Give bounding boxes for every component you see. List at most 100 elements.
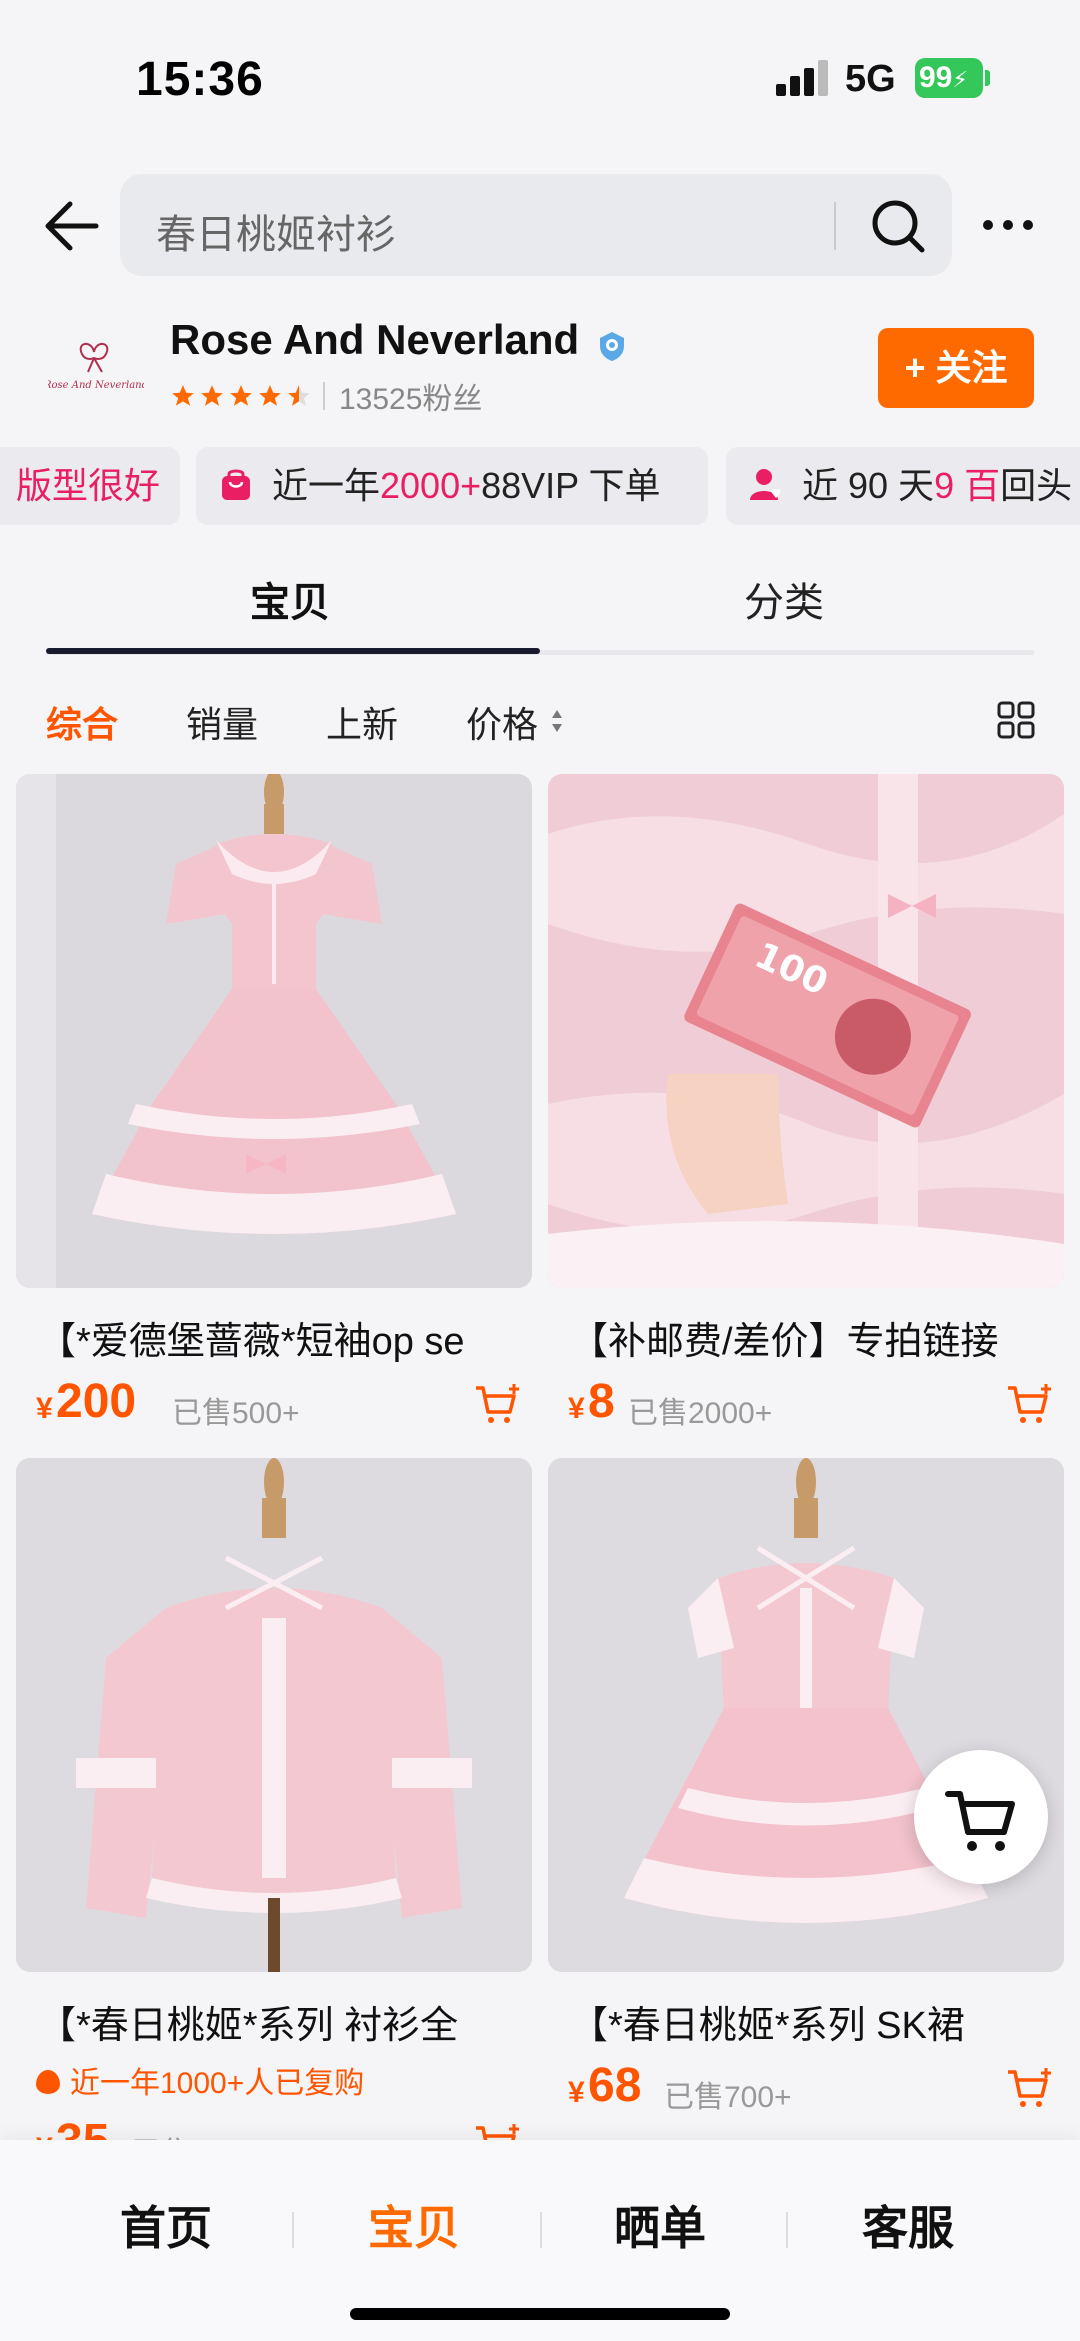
search-input[interactable]: 春日桃姬衬衫 [120,174,952,276]
product-card[interactable]: 【*爱德堡蔷薇*短袖op se ¥ 200 已售500+ [16,774,532,1434]
shop-logo-icon: Rose And Neverland [48,343,144,391]
search-icon[interactable] [868,196,928,256]
star-icon [259,385,281,406]
highlight-chip[interactable]: 近 90 天9 百回头 [726,447,1080,525]
star-icon [230,385,252,406]
product-price: 200 [56,1375,137,1428]
chip-text: 88VIP 下单 [481,465,661,506]
sort-sales[interactable]: 销量 [186,696,258,748]
more-icon[interactable] [980,210,1036,240]
add-to-cart-icon[interactable] [1006,1382,1054,1426]
status-bar: 15:36 5G 99⚡ [0,0,1080,160]
dress-illustration [16,774,532,1288]
floating-cart-button[interactable] [914,1750,1048,1884]
home-indicator [350,2308,730,2320]
nav-products[interactable]: 宝贝 [368,2192,460,2258]
battery-cap [985,70,990,86]
product-card[interactable]: 【*春日桃姬*系列 衬衫全 近一年1000+人已复购 ¥ 35 已售6000+ [16,1458,532,2140]
star-icon [172,385,194,406]
price-row: ¥ 68 已售700+ [568,2058,1068,2118]
currency-symbol: ¥ [36,1392,53,1425]
price-row: ¥ 35 已售6000+ [36,2114,532,2140]
chip-text: 回头 [1000,465,1073,506]
cart-icon [945,1791,1015,1851]
sort-price[interactable]: 价格 [466,696,538,748]
follow-button[interactable]: + 关注 [878,328,1034,408]
tab-bar: 宝贝 分类 [0,560,1080,660]
shop-logo[interactable]: Rose And Neverland [48,328,144,408]
search-divider [834,202,836,250]
tab-categories[interactable]: 分类 [744,570,824,628]
nav-reviews[interactable]: 晒单 [614,2192,706,2258]
sort-newest[interactable]: 上新 [326,696,398,748]
grid-view-icon[interactable] [996,700,1036,740]
chip-highlight: 9 百 [934,465,1001,506]
add-to-cart-icon[interactable] [474,1382,522,1426]
shop-highlights: 版型很好 近一年2000+88VIP 下单 近 90 天9 百回头 [0,447,1080,525]
product-price: 8 [588,1375,615,1428]
product-title[interactable]: 【*春日桃姬*系列 衬衫全 [38,1994,532,2049]
battery-level: 99 [919,61,953,94]
highlight-chip[interactable]: 近一年2000+88VIP 下单 [196,447,708,525]
shop-logo-text: Rose And Neverland [48,380,144,391]
fans-count: 13525粉丝 [339,383,483,416]
user-heart-icon [750,469,781,501]
product-card[interactable]: 100 【补邮费/差价】专拍链接 ¥ 8 已售2000+ [548,774,1064,1434]
star-icon [201,385,223,406]
search-query: 春日桃姬衬衫 [156,213,396,257]
price-row: ¥ 200 已售500+ [36,1374,536,1434]
sort-comprehensive[interactable]: 综合 [46,696,118,748]
search-bar-row: 春日桃姬衬衫 [0,170,1080,280]
chip-text: 版型很好 [16,465,161,506]
nav-separator [292,2212,294,2248]
signal-icon [776,60,828,96]
flame-icon [36,2070,60,2095]
sold-count: 已售700+ [664,2081,792,2114]
bottom-navigation: 首页 宝贝 晒单 客服 [0,2140,1080,2341]
status-time: 15:36 [136,53,264,106]
add-to-cart-icon[interactable] [474,2122,522,2140]
chip-highlight: 2000+ [380,465,482,506]
currency-symbol: ¥ [568,1392,585,1425]
sold-count: 已售500+ [172,1397,300,1430]
product-price: 68 [588,2059,642,2112]
nav-separator [540,2212,542,2248]
product-image-pink-lolita-dress[interactable] [16,774,532,1288]
sold-count: 已售2000+ [628,1397,773,1430]
shop-rating: 13525粉丝 [170,378,482,416]
repurchase-tag: 近一年1000+人已复购 [36,2058,364,2102]
tab-active-indicator [46,648,540,654]
nav-customer-service[interactable]: 客服 [862,2192,954,2258]
product-title[interactable]: 【*爱德堡蔷薇*短袖op se [38,1310,548,1365]
battery-icon: 99⚡ [915,58,983,98]
product-image-pink-blouse[interactable] [16,1458,532,1972]
nav-separator [786,2212,788,2248]
sk-dress-illustration [548,1458,1064,1972]
sort-arrows-icon[interactable] [550,708,564,734]
currency-symbol: ¥ [568,2076,585,2109]
sold-count: 已售6000+ [132,2128,276,2140]
product-price: 35 [56,2114,109,2140]
network-type: 5G [845,58,896,100]
add-to-cart-icon[interactable] [1006,2066,1054,2110]
rating-separator [323,382,325,410]
verified-badge-icon [600,332,624,361]
nav-home[interactable]: 首页 [120,2192,212,2258]
shop-name[interactable]: Rose And Neverland [170,316,579,364]
tab-products[interactable]: 宝贝 [250,570,330,628]
currency-symbol: ¥ [36,2132,53,2140]
product-title[interactable]: 【补邮费/差价】专拍链接 [570,1310,1080,1365]
highlight-chip[interactable]: 版型很好 [0,447,180,525]
product-title[interactable]: 【*春日桃姬*系列 SK裙 [570,1994,1080,2049]
chip-text: 近 90 天 [802,465,935,506]
chip-text: 近一年 [272,465,381,506]
price-row: ¥ 8 已售2000+ [568,1374,1068,1434]
product-image-pink-dress-with-100-yuan-note[interactable]: 100 [548,774,1064,1288]
fabric-and-banknote-illustration: 100 [548,774,1064,1288]
repurchase-text: 近一年1000+人已复购 [70,2067,365,2100]
bag-icon [222,469,250,501]
half-star-icon [288,385,310,406]
back-arrow-icon[interactable] [40,198,100,254]
shop-header: Rose And Neverland Rose And Neverland 13… [0,310,1080,430]
product-image-pink-sk-dress[interactable] [548,1458,1064,1972]
